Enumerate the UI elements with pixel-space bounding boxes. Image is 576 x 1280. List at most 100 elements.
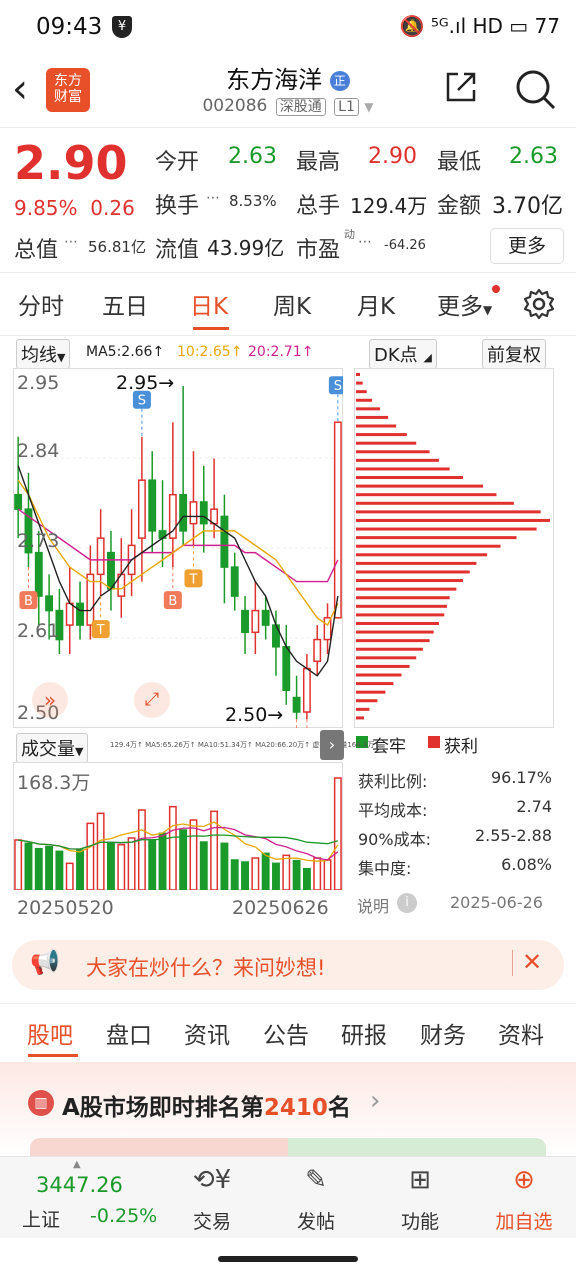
signal-marker-b: B <box>296 719 298 728</box>
kline-chart[interactable]: BTSBTBBS <box>13 368 343 728</box>
signal-label: B <box>24 594 33 609</box>
info-icon[interactable]: ⋯ <box>64 234 78 250</box>
active-tab-indicator <box>193 327 229 330</box>
chevron-right-icon[interactable]: › <box>370 1086 380 1116</box>
chip-bar <box>356 664 410 668</box>
volume-bar <box>158 832 167 890</box>
chevron-right-icon[interactable]: › <box>320 730 344 760</box>
tab-five-day[interactable]: 五日 <box>102 287 148 321</box>
share-icon[interactable] <box>444 70 478 104</box>
volume-value: 129.4万 <box>350 194 428 218</box>
candle <box>282 646 291 692</box>
candle <box>261 609 270 626</box>
chip-bar <box>356 373 361 377</box>
volume-bar <box>24 842 33 890</box>
home-indicator[interactable] <box>218 1256 358 1262</box>
ma10-value: 10:2.65↑ <box>177 344 243 360</box>
volume-bar <box>282 854 291 890</box>
apps-grid-icon[interactable]: ⊞ <box>380 1165 460 1195</box>
post-edit-icon[interactable]: ✎ <box>276 1165 356 1195</box>
expand-icon[interactable]: » <box>32 682 68 718</box>
chip-bar <box>356 407 381 411</box>
shield-icon: ¥ <box>112 16 132 38</box>
rank-card[interactable]: ▥ A股市场即时排名第2410名 › <box>0 1062 576 1156</box>
megaphone-icon: 📢 <box>30 948 60 976</box>
tab-daily-k[interactable]: 日K <box>190 287 228 321</box>
info-icon[interactable]: ⋯ <box>358 234 372 250</box>
settings-gear-icon[interactable] <box>522 287 556 321</box>
more-button[interactable]: 更多 <box>490 228 564 264</box>
volume-bar <box>189 819 198 890</box>
tab-announcements[interactable]: 公告 <box>263 1016 309 1050</box>
ask-banner[interactable]: 📢 大家在炒什么？来问妙想! ✕ <box>12 940 564 990</box>
float-label: 流值 <box>155 238 200 263</box>
info-icon[interactable]: i <box>397 893 417 913</box>
high-label: 最高 <box>296 150 341 175</box>
close-icon[interactable]: ✕ <box>522 948 542 976</box>
stock-code-line[interactable]: 002086 深股通 L1 ▼ <box>0 96 576 116</box>
search-icon[interactable] <box>514 68 558 112</box>
chip-bar <box>356 553 488 557</box>
chip-bar <box>356 415 389 419</box>
volume-ma20-line <box>18 834 339 850</box>
trade-button[interactable]: 交易 <box>172 1207 252 1234</box>
chip-stat-row: 获利比例: 96.17% <box>358 768 552 791</box>
tab-profile[interactable]: 资料 <box>498 1016 544 1050</box>
tab-minute[interactable]: 分时 <box>18 287 64 321</box>
banner-text[interactable]: 大家在炒什么？来问妙想! <box>86 952 325 982</box>
status-bar: 09:43 ¥ 🔕 ⁵ᴳ.ıl HD ▭ 77 <box>0 0 576 56</box>
candle <box>137 479 146 539</box>
status-time: 09:43 <box>36 14 103 40</box>
volume-bar <box>14 839 23 890</box>
fullscreen-icon[interactable]: ⤢ <box>134 682 170 718</box>
add-circle-icon[interactable]: ⊕ <box>484 1165 564 1195</box>
volume-bar <box>251 857 260 890</box>
chip-bar <box>356 398 373 402</box>
stock-title: 东方海洋 正 <box>0 60 576 95</box>
tab-more[interactable]: 更多▼ <box>437 287 492 321</box>
signal-marker-b: B <box>306 719 308 728</box>
adjust-button[interactable]: 前复权 <box>482 339 546 369</box>
chip-bar <box>356 450 430 454</box>
current-price: 2.90 <box>14 136 128 190</box>
signal-marker-t: T <box>184 545 203 588</box>
rank-text: A股市场即时排名第2410名 <box>62 1095 351 1121</box>
chip-note-label[interactable]: 说明 <box>357 893 389 917</box>
post-button[interactable]: 发帖 <box>276 1207 356 1234</box>
system-nav-bar <box>0 1238 576 1280</box>
candle <box>241 609 249 634</box>
status-icons: 🔕 ⁵ᴳ.ıl HD ▭ 77 <box>399 14 560 38</box>
tab-orderbook[interactable]: 盘口 <box>106 1016 152 1050</box>
low-annotation: 2.50→ <box>225 704 284 726</box>
caret-up-icon: ▲ <box>73 1159 81 1170</box>
add-watchlist-button[interactable]: 加自选 <box>484 1207 564 1234</box>
candle <box>333 421 342 619</box>
volume-select-button[interactable]: 成交量▼ <box>16 733 89 763</box>
chip-bar <box>356 716 365 720</box>
ma-select-button[interactable]: 均线▼ <box>16 339 71 369</box>
chip-bar <box>356 587 457 591</box>
info-icon[interactable]: ⋯ <box>206 190 220 206</box>
trade-icon[interactable]: ⟲¥ <box>172 1165 252 1195</box>
chip-bar <box>356 493 497 497</box>
chip-bar <box>356 441 417 445</box>
volume-bar <box>323 859 332 890</box>
function-button[interactable]: 功能 <box>380 1207 460 1234</box>
y-tick: 2.95 <box>17 372 60 394</box>
chip-bar <box>356 596 450 600</box>
tab-research[interactable]: 研报 <box>341 1016 387 1050</box>
dk-select-button[interactable]: DK点 ◢ <box>369 339 437 369</box>
tab-finance[interactable]: 财务 <box>420 1016 466 1050</box>
index-value[interactable]: 3447.26 <box>36 1173 123 1197</box>
tab-monthly-k[interactable]: 月K <box>357 287 395 321</box>
tab-weekly-k[interactable]: 周K <box>273 287 311 321</box>
badge-icon: 正 <box>329 71 350 91</box>
tab-forum[interactable]: 股吧 <box>27 1016 73 1050</box>
candle <box>179 493 188 532</box>
candle <box>107 551 115 590</box>
tab-news[interactable]: 资讯 <box>184 1016 230 1050</box>
signal-label: S <box>138 394 146 409</box>
y-tick: 2.61 <box>17 620 60 642</box>
stock-name: 东方海洋 <box>226 66 323 94</box>
ranking-icon: ▥ <box>28 1090 54 1116</box>
